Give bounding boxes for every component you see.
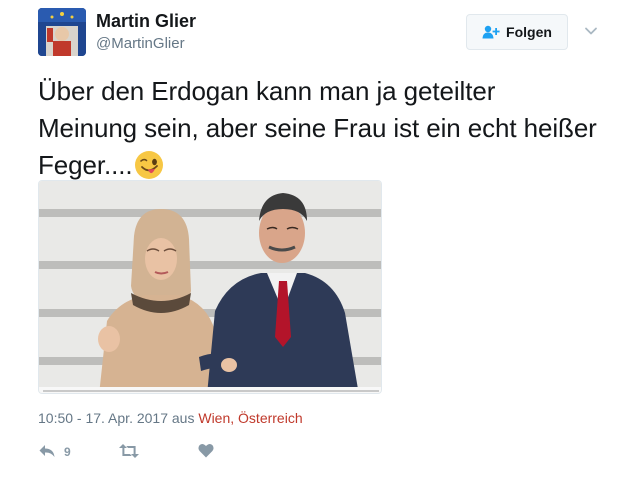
reply-count: 9: [64, 445, 71, 459]
location-link[interactable]: Wien, Österreich: [198, 410, 302, 426]
follow-button-label: Folgen: [506, 24, 552, 40]
tweet-image[interactable]: [38, 180, 382, 394]
reply-button[interactable]: 9: [38, 443, 118, 462]
retweet-icon: [118, 443, 140, 462]
tweet-timestamp[interactable]: 10:50 - 17. Apr. 2017: [38, 410, 168, 426]
user-handle[interactable]: @MartinGlier: [96, 35, 185, 52]
like-button[interactable]: [198, 443, 258, 461]
tweet-text-content: Über den Erdogan kann man ja geteilter M…: [38, 76, 597, 180]
reply-icon: [38, 443, 56, 462]
chevron-down-icon[interactable]: [584, 24, 598, 38]
heart-icon: [198, 443, 214, 461]
user-name[interactable]: Martin Glier: [96, 11, 196, 32]
follow-button[interactable]: Folgen: [466, 14, 568, 50]
retweet-button[interactable]: [118, 443, 198, 462]
avatar[interactable]: [38, 8, 86, 56]
tweet-meta: 10:50 - 17. Apr. 2017 aus Wien, Österrei…: [38, 410, 303, 426]
tweet-actions: 9: [38, 441, 258, 463]
tweet-text: Über den Erdogan kann man ja geteilter M…: [38, 73, 598, 190]
add-user-icon: [482, 25, 500, 39]
from-label: aus: [171, 410, 195, 426]
